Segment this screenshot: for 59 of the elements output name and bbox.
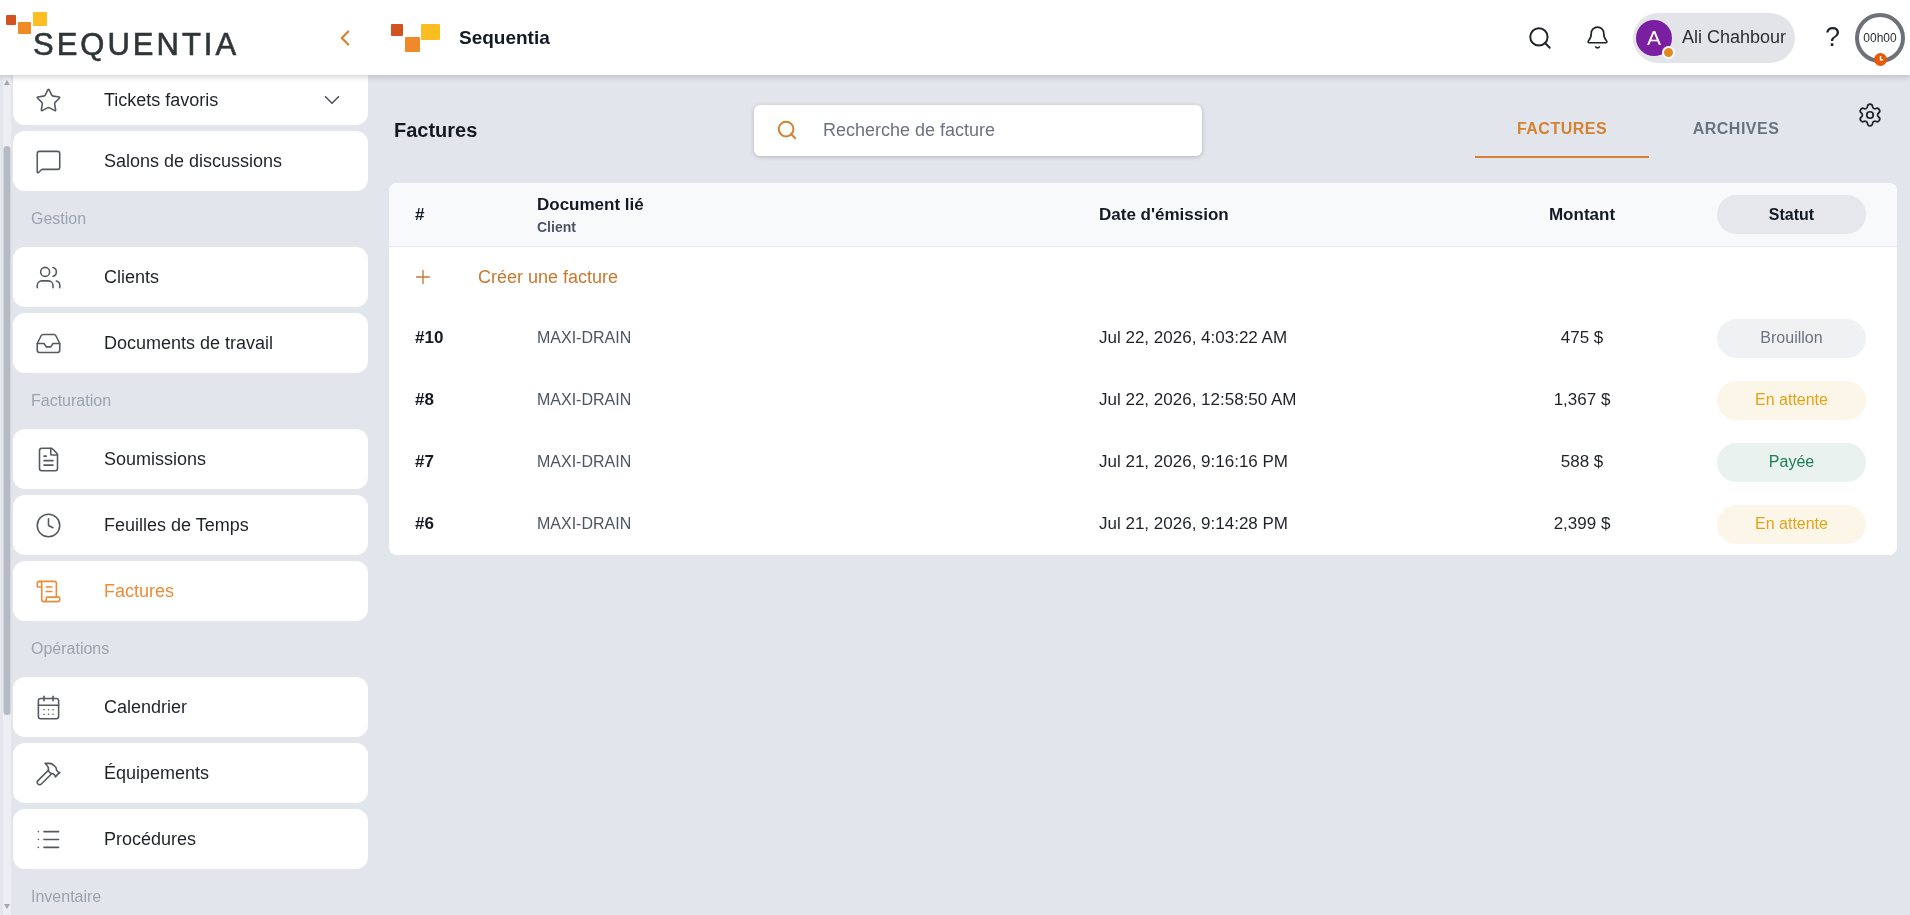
status-badge: En attente — [1717, 504, 1866, 544]
search-icon[interactable] — [1526, 24, 1553, 51]
user-menu-button[interactable]: A Ali Chahbour — [1632, 12, 1795, 63]
issue-date: Jul 22, 2026, 12:58:50 AM — [1099, 390, 1298, 410]
sidebar-item[interactable]: Documents de travail — [13, 313, 368, 373]
page-title: Factures — [393, 118, 479, 142]
client-name: MAXI-DRAIN — [537, 391, 633, 409]
scrollbar[interactable] — [3, 75, 11, 915]
issue-date: Jul 21, 2026, 9:14:28 PM — [1099, 514, 1290, 534]
search-icon — [776, 118, 798, 141]
amount: 2,399 $ — [1552, 514, 1612, 534]
logo-squares-icon — [6, 12, 47, 34]
star-icon — [35, 86, 62, 114]
section-label: Opérations — [31, 640, 110, 658]
help-button[interactable]: ? — [1824, 22, 1840, 53]
sidebar-item[interactable]: Feuilles de Temps — [13, 495, 368, 555]
client-name: MAXI-DRAIN — [537, 515, 633, 533]
search-field[interactable]: Recherche de facture — [754, 104, 1202, 156]
settings-icon[interactable] — [1857, 102, 1883, 128]
sidebar-item[interactable]: Soumissions — [13, 429, 368, 489]
section-label: Inventaire — [31, 888, 102, 906]
invoice-number: #7 — [415, 452, 435, 472]
invoice-number: #8 — [415, 390, 435, 410]
status-badge: Payée — [1717, 442, 1866, 482]
section-label: Facturation — [31, 392, 112, 410]
client-name: MAXI-DRAIN — [537, 329, 633, 347]
issue-date: Jul 21, 2026, 9:16:16 PM — [1099, 452, 1290, 472]
sidebar-item[interactable]: Tickets favoris — [13, 75, 368, 125]
status-badge: En attente — [1717, 380, 1866, 420]
column-header: Document lié — [537, 194, 645, 215]
issue-date: Jul 22, 2026, 4:03:22 AM — [1099, 328, 1289, 348]
timer-button[interactable]: 00h00 — [1855, 12, 1905, 63]
calendar-icon — [35, 693, 62, 721]
tab[interactable]: ARCHIVES — [1649, 102, 1823, 158]
invoice-number: #10 — [415, 328, 445, 348]
clock-icon — [35, 511, 62, 539]
sidebar-item[interactable]: Calendrier — [13, 677, 368, 737]
invoice-number: #6 — [415, 514, 435, 534]
sidebar-item[interactable]: Procédures — [13, 809, 368, 869]
amount: 588 $ — [1559, 452, 1605, 472]
sidebar-item[interactable]: Clients — [13, 247, 368, 307]
column-header: # — [415, 204, 426, 225]
app-name: Sequentia — [459, 26, 550, 49]
logo-squares-icon — [391, 23, 440, 52]
sidebar-item[interactable]: Salons de discussions — [13, 131, 368, 191]
create-invoice-button[interactable]: Créer une facture — [412, 266, 619, 288]
avatar: A — [1635, 19, 1672, 56]
amount: 1,367 $ — [1552, 390, 1612, 410]
status-badge: Brouillon — [1717, 318, 1866, 358]
column-header: Montant — [1548, 204, 1616, 225]
section-label: Gestion — [31, 210, 87, 228]
bell-icon[interactable] — [1584, 25, 1610, 50]
column-header[interactable]: Statut — [1717, 195, 1866, 234]
sidebar-item[interactable]: Équipements — [13, 743, 368, 803]
column-header: Date d'émission — [1099, 204, 1230, 225]
client-name: MAXI-DRAIN — [537, 453, 633, 471]
clock-icon — [1874, 52, 1887, 66]
column-subheader: Client — [537, 218, 577, 235]
amount: 475 $ — [1559, 328, 1605, 348]
